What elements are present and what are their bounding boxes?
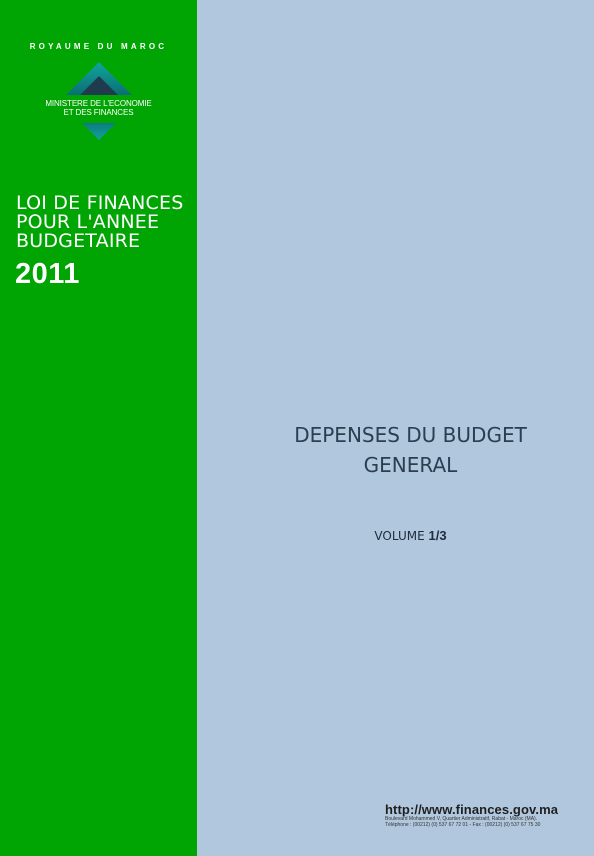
volume-number: 1/3 — [428, 528, 447, 543]
document-title-line1: DEPENSES DU BUDGET — [294, 423, 527, 447]
volume-label: VOLUME — [374, 529, 425, 543]
loi-title-line3: BUDGETAIRE — [16, 230, 141, 252]
phone-fax: Téléphone : (00212) (0) 537 67 72 01 - F… — [385, 822, 541, 828]
budget-year: 2011 — [15, 258, 80, 290]
kingdom-title: ROYAUME DU MAROC — [29, 42, 168, 51]
document-title-line2: GENERAL — [363, 453, 458, 477]
volume-indicator: VOLUME 1/3 — [212, 528, 594, 543]
website-link[interactable]: http://www.finances.gov.ma — [385, 802, 558, 817]
ministry-name-line2: ET DES FINANCES — [63, 108, 134, 117]
ministry-name-line1: MINISTERE DE L'ECONOMIE — [45, 99, 152, 108]
